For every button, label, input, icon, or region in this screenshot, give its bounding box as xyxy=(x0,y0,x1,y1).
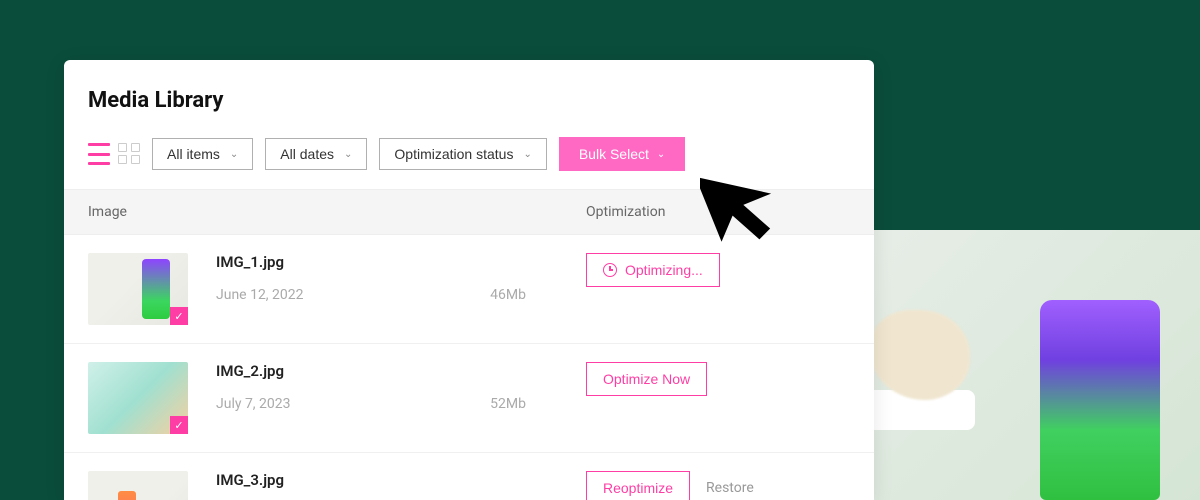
chevron-down-icon: ⌄ xyxy=(344,149,352,160)
toolbar: All items ⌄ All dates ⌄ Optimization sta… xyxy=(64,127,874,189)
page-title: Media Library xyxy=(88,88,850,113)
optimization-cell: Reoptimize Restore xyxy=(586,471,850,500)
thumbnail-wrapper[interactable]: ✓ xyxy=(88,253,188,325)
optimization-cell: Optimizing... xyxy=(586,253,850,287)
file-date: July 7, 2023 xyxy=(216,396,291,412)
optimize-label: Optimize Now xyxy=(603,371,690,387)
filename[interactable]: IMG_3.jpg xyxy=(216,471,586,489)
filename[interactable]: IMG_1.jpg xyxy=(216,253,586,271)
filter-items-label: All items xyxy=(167,146,220,162)
row-meta: IMG_1.jpg June 12, 2022 46Mb xyxy=(216,253,586,303)
decorative-pedestal xyxy=(865,390,975,430)
media-library-panel: Media Library All items ⌄ All dates ⌄ Op… xyxy=(64,60,874,500)
file-size: 46Mb xyxy=(490,287,526,303)
table-row: ✓ IMG_2.jpg July 7, 2023 52Mb Optimize N… xyxy=(64,344,874,453)
panel-header: Media Library xyxy=(64,60,874,127)
grid-view-icon[interactable] xyxy=(118,143,140,165)
chevron-down-icon: ⌄ xyxy=(657,149,665,160)
chevron-down-icon: ⌄ xyxy=(230,149,238,160)
list-view-icon[interactable] xyxy=(88,143,110,165)
image-thumbnail xyxy=(88,471,188,500)
bulk-select-button[interactable]: Bulk Select ⌄ xyxy=(559,137,685,171)
filter-dates-label: All dates xyxy=(280,146,334,162)
clock-icon xyxy=(603,263,617,277)
thumbnail-wrapper[interactable]: ✓ xyxy=(88,362,188,434)
bulk-select-label: Bulk Select xyxy=(579,146,649,162)
optimize-label: Optimizing... xyxy=(625,262,703,278)
optimization-cell: Optimize Now xyxy=(586,362,850,396)
table-row: IMG_3.jpg March 14, 2020 21Kb Reoptimize… xyxy=(64,453,874,500)
filter-status-label: Optimization status xyxy=(394,146,513,162)
table-header: Image Optimization xyxy=(64,189,874,235)
file-subline: June 12, 2022 46Mb xyxy=(216,287,526,303)
column-header-image: Image xyxy=(88,204,586,220)
decorative-bottle xyxy=(1040,300,1160,500)
file-date: June 12, 2022 xyxy=(216,287,304,303)
file-subline: July 7, 2023 52Mb xyxy=(216,396,526,412)
column-header-optimization: Optimization xyxy=(586,204,850,220)
filter-items-dropdown[interactable]: All items ⌄ xyxy=(152,138,253,170)
filter-status-dropdown[interactable]: Optimization status ⌄ xyxy=(379,138,546,170)
table-row: ✓ IMG_1.jpg June 12, 2022 46Mb Optimizin… xyxy=(64,235,874,344)
row-meta: IMG_2.jpg July 7, 2023 52Mb xyxy=(216,362,586,412)
view-toggle xyxy=(88,143,140,165)
optimize-now-button[interactable]: Optimize Now xyxy=(586,362,707,396)
file-size: 52Mb xyxy=(490,396,526,412)
check-icon[interactable]: ✓ xyxy=(170,307,188,325)
filter-dates-dropdown[interactable]: All dates ⌄ xyxy=(265,138,367,170)
reoptimize-button[interactable]: Reoptimize xyxy=(586,471,690,500)
row-meta: IMG_3.jpg March 14, 2020 21Kb xyxy=(216,471,586,500)
chevron-down-icon: ⌄ xyxy=(523,149,531,160)
restore-link[interactable]: Restore xyxy=(706,480,754,496)
optimizing-status-button[interactable]: Optimizing... xyxy=(586,253,720,287)
check-icon[interactable]: ✓ xyxy=(170,416,188,434)
decorative-background xyxy=(820,230,1200,500)
decorative-sculpture xyxy=(870,310,970,400)
filename[interactable]: IMG_2.jpg xyxy=(216,362,586,380)
optimize-label: Reoptimize xyxy=(603,480,673,496)
thumbnail-wrapper[interactable] xyxy=(88,471,188,500)
